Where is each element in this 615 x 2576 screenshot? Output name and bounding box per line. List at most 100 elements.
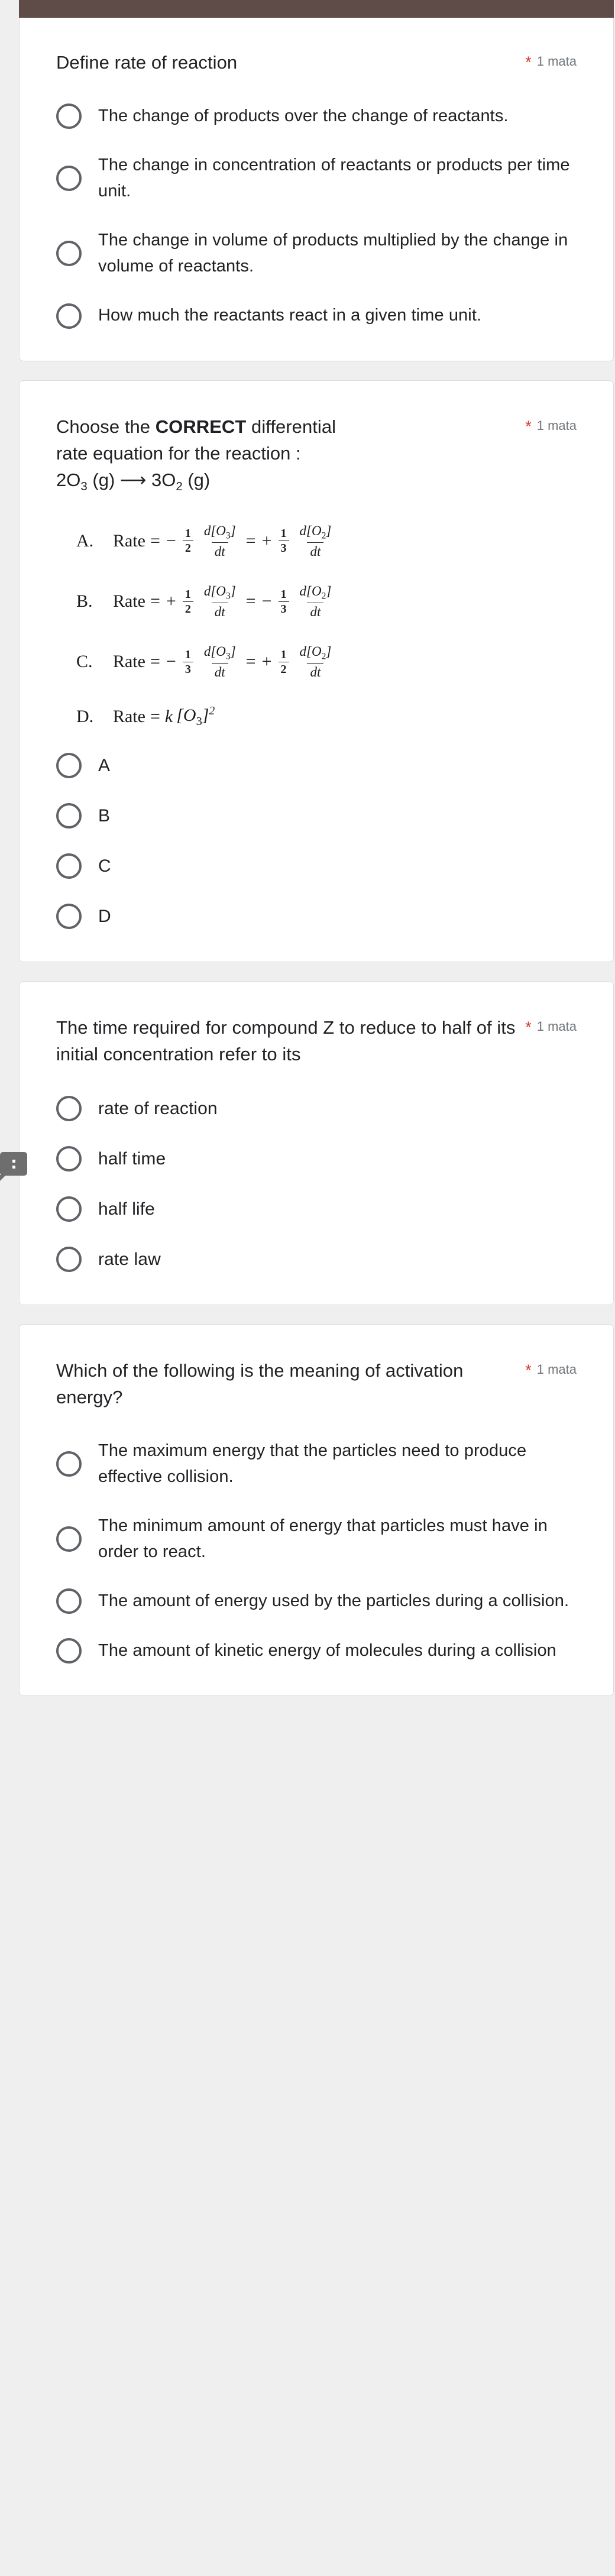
equation-label: D. (76, 707, 94, 727)
derivative-denominator: dt (211, 542, 228, 558)
option-row[interactable]: rate law (56, 1246, 577, 1273)
radio-button-icon[interactable] (56, 753, 82, 779)
option-row[interactable]: The maximum energy that the particles ne… (56, 1438, 577, 1490)
concentration-term: [O3]2 (176, 705, 215, 729)
option-label: How much the reactants react in a given … (98, 306, 482, 325)
equation-row-b: B. Rate = + 1 2 d[O3] dt = − 1 3 d[O2] d… (76, 584, 577, 619)
option-row[interactable]: The change of products over the change o… (56, 103, 577, 130)
option-row[interactable]: A (56, 752, 577, 779)
option-label: The change in volume of products multipl… (98, 231, 568, 276)
derivative-species: d[O (299, 523, 322, 538)
equation-body: Rate = k [O3]2 (113, 705, 215, 729)
derivative-species: d[O (203, 583, 226, 598)
term1-sign: − (166, 530, 176, 551)
option-label: The amount of kinetic energy of molecule… (98, 1640, 556, 1660)
equation-row-a: A. Rate = − 1 2 d[O3] dt = + 1 3 d[O2] d… (76, 524, 577, 558)
radio-button-icon[interactable] (56, 1588, 82, 1614)
options-list: A B C D (56, 752, 577, 930)
points-label: 1 mata (536, 54, 577, 69)
option-label: D (98, 907, 111, 927)
option-row[interactable]: rate of reaction (56, 1095, 577, 1122)
question-title-line2: rate equation for the reaction : (56, 442, 301, 464)
equation-lhs: Rate (113, 707, 145, 727)
kebab-menu-badge[interactable] (0, 1152, 27, 1181)
option-row[interactable]: The minimum amount of energy that partic… (56, 1513, 577, 1565)
derivative-bracket: ] (230, 523, 236, 538)
question-meta: * 1 mata (525, 1015, 577, 1035)
rate-constant: k (164, 707, 173, 727)
question-header: Define rate of reaction * 1 mata (56, 50, 577, 76)
options-list: The maximum energy that the particles ne… (56, 1438, 577, 1664)
question-card-4: Which of the following is the meaning of… (19, 1324, 614, 1697)
fraction-numerator: 1 (184, 648, 191, 661)
fraction-denominator: 3 (182, 661, 193, 675)
reactant-coefficient: 2 (56, 469, 67, 490)
radio-button-icon[interactable] (56, 1526, 82, 1552)
radio-button-icon[interactable] (56, 1247, 82, 1273)
option-label: The maximum energy that the particles ne… (98, 1441, 527, 1486)
form-column: Define rate of reaction * 1 mata The cha… (19, 0, 614, 1715)
radio-button-icon[interactable] (56, 904, 82, 930)
option-label: The change in concentration of reactants… (98, 156, 570, 200)
fraction-denominator: 2 (278, 661, 289, 675)
derivative-numerator: d[O2] (297, 524, 335, 542)
option-row[interactable]: The change in volume of products multipl… (56, 228, 577, 279)
option-label: C (98, 856, 111, 876)
equals-sign: = (150, 530, 160, 551)
radio-button-icon[interactable] (56, 166, 82, 192)
radio-button-icon[interactable] (56, 1096, 82, 1122)
term2-sign: + (261, 652, 272, 672)
derivative-numerator: d[O3] (201, 645, 239, 663)
radio-button-icon[interactable] (56, 1451, 82, 1477)
derivative-species: d[O (299, 644, 322, 659)
term1-sign: − (166, 652, 176, 672)
question-title-bold: CORRECT (155, 416, 247, 437)
bracket-close: ] (202, 706, 209, 726)
question-card-1: Define rate of reaction * 1 mata The cha… (19, 18, 614, 361)
radio-button-icon[interactable] (56, 103, 82, 130)
option-row[interactable]: The amount of energy used by the particl… (56, 1588, 577, 1614)
derivative-subscript: 3 (225, 591, 231, 601)
radio-button-icon[interactable] (56, 1637, 82, 1664)
equation-body: Rate = − 1 2 d[O3] dt = + 1 3 d[O2] dt (113, 524, 336, 558)
points-label: 1 mata (536, 1019, 577, 1034)
option-row[interactable]: B (56, 802, 577, 829)
option-label: The minimum amount of energy that partic… (98, 1516, 548, 1561)
middle-equals-sign: = (245, 530, 256, 551)
radio-button-icon[interactable] (56, 803, 82, 829)
option-label: rate law (98, 1250, 161, 1270)
term2-sign: − (261, 591, 272, 611)
radio-button-icon[interactable] (56, 1146, 82, 1172)
radio-button-icon[interactable] (56, 853, 82, 879)
species-subscript: 3 (196, 715, 202, 729)
option-row[interactable]: How much the reactants react in a given … (56, 303, 577, 329)
derivative-numerator: d[O2] (297, 645, 335, 663)
derivative-species: d[O (299, 583, 322, 598)
term1-derivative-fraction: d[O3] dt (201, 584, 239, 619)
kebab-dot (12, 1159, 15, 1163)
question-title: Define rate of reaction (56, 52, 238, 73)
derivative-denominator: dt (211, 663, 228, 679)
option-row[interactable]: The amount of kinetic energy of molecule… (56, 1637, 577, 1664)
fraction-numerator: 1 (280, 587, 287, 601)
radio-button-icon[interactable] (56, 241, 82, 267)
option-row[interactable]: D (56, 903, 577, 930)
derivative-bracket: ] (230, 644, 236, 659)
fraction-numerator: 1 (184, 527, 191, 541)
term2-sign: + (261, 530, 272, 551)
radio-button-icon[interactable] (56, 1196, 82, 1222)
equation-image-block: A. Rate = − 1 2 d[O3] dt = + 1 3 d[O2] d… (56, 524, 577, 729)
question-meta: * 1 mata (525, 50, 577, 70)
kebab-menu-icon (12, 1159, 15, 1169)
option-label: The amount of energy used by the particl… (98, 1591, 569, 1611)
option-row[interactable]: The change in concentration of reactants… (56, 153, 577, 204)
reactant-species: O (66, 469, 81, 490)
product-coefficient: 3 (151, 469, 162, 490)
radio-button-icon[interactable] (56, 303, 82, 329)
question-meta: * 1 mata (525, 1358, 577, 1378)
option-row[interactable]: half time (56, 1145, 577, 1172)
option-row[interactable]: C (56, 853, 577, 879)
required-asterisk-icon: * (525, 417, 532, 435)
option-row[interactable]: half life (56, 1196, 577, 1222)
fraction-denominator: 2 (182, 601, 193, 615)
